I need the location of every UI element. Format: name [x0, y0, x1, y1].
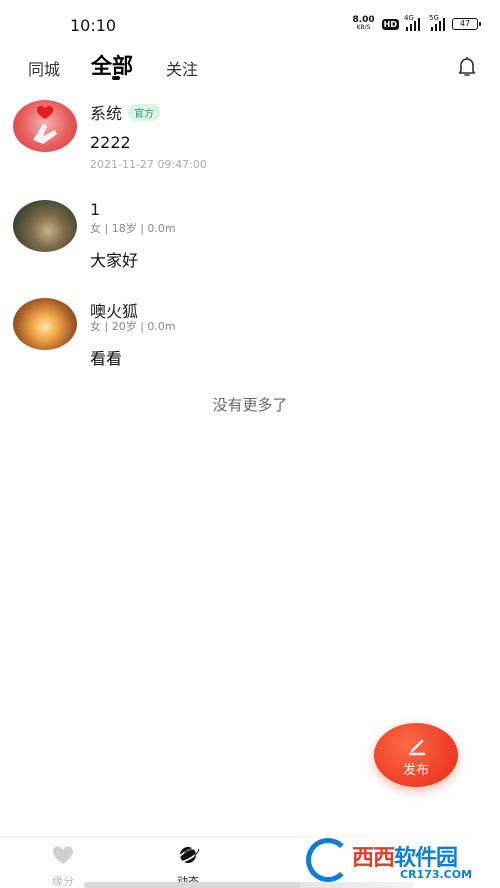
signal-5g-icon: 5G	[429, 14, 445, 31]
bell-icon[interactable]	[455, 54, 479, 78]
author-meta: 女 | 18岁 | 0.0m	[90, 222, 176, 235]
post-item[interactable]: 系统 官方 2222 2021-11-27 09:47:00	[0, 96, 500, 194]
signal-4g-label: 4G	[404, 14, 414, 22]
planet-icon	[176, 847, 200, 863]
status-icons: 8.00 KB/S HD 4G 5G 47	[352, 14, 481, 32]
heart-icon	[53, 846, 73, 864]
signal-4g-icon: 4G	[404, 14, 420, 31]
tab-follow[interactable]: 关注	[166, 56, 198, 80]
watermark-url: CR173.COM	[400, 868, 473, 881]
status-time: 10:10	[70, 16, 117, 35]
post-content: 看看	[90, 349, 123, 368]
watermark: 西西软件园 CR173.COM	[300, 836, 500, 888]
post-item[interactable]: 1 女 | 18岁 | 0.0m 大家好	[0, 194, 500, 292]
publish-button[interactable]: 发布	[374, 723, 458, 787]
author-meta: 女 | 20岁 | 0.0m	[90, 320, 176, 333]
tab-local[interactable]: 同城	[28, 56, 60, 80]
network-speed: 8.00 KB/S	[352, 16, 374, 32]
hd-badge: HD	[381, 18, 399, 30]
battery-icon: 47	[452, 18, 481, 30]
feed-list: 系统 官方 2222 2021-11-27 09:47:00 1 女 | 18岁 …	[0, 96, 500, 390]
post-timestamp: 2021-11-27 09:47:00	[90, 158, 207, 171]
author-name: 系统	[90, 104, 123, 123]
publish-label: 发布	[402, 763, 429, 778]
watermark-logo-icon	[306, 838, 350, 882]
avatar[interactable]	[13, 298, 77, 350]
watermark-text-red: 西西	[352, 846, 395, 871]
signal-5g-label: 5G	[429, 14, 439, 22]
heart-hand-logo-icon	[33, 105, 57, 144]
post-content: 大家好	[90, 251, 139, 270]
network-speed-value: 8.00	[352, 15, 375, 25]
nav-item-match[interactable]: 缘分	[33, 843, 93, 888]
post-content: 2222	[90, 133, 131, 152]
post-author: 系统 官方	[90, 100, 161, 124]
post-item[interactable]: 噢火狐 女 | 20岁 | 0.0m 看看	[0, 292, 500, 390]
network-speed-unit: KB/S	[356, 24, 371, 31]
status-bar: 10:10 8.00 KB/S HD 4G 5G 47	[0, 0, 500, 48]
pen-icon	[408, 739, 426, 756]
feed-tabs: 同城 全部 关注	[0, 48, 500, 88]
no-more-text: 没有更多了	[212, 396, 288, 414]
active-tab-indicator	[112, 76, 120, 80]
avatar[interactable]	[13, 100, 77, 152]
official-badge: 官方	[128, 104, 161, 121]
post-author: 1	[90, 200, 101, 219]
avatar[interactable]	[13, 200, 77, 252]
